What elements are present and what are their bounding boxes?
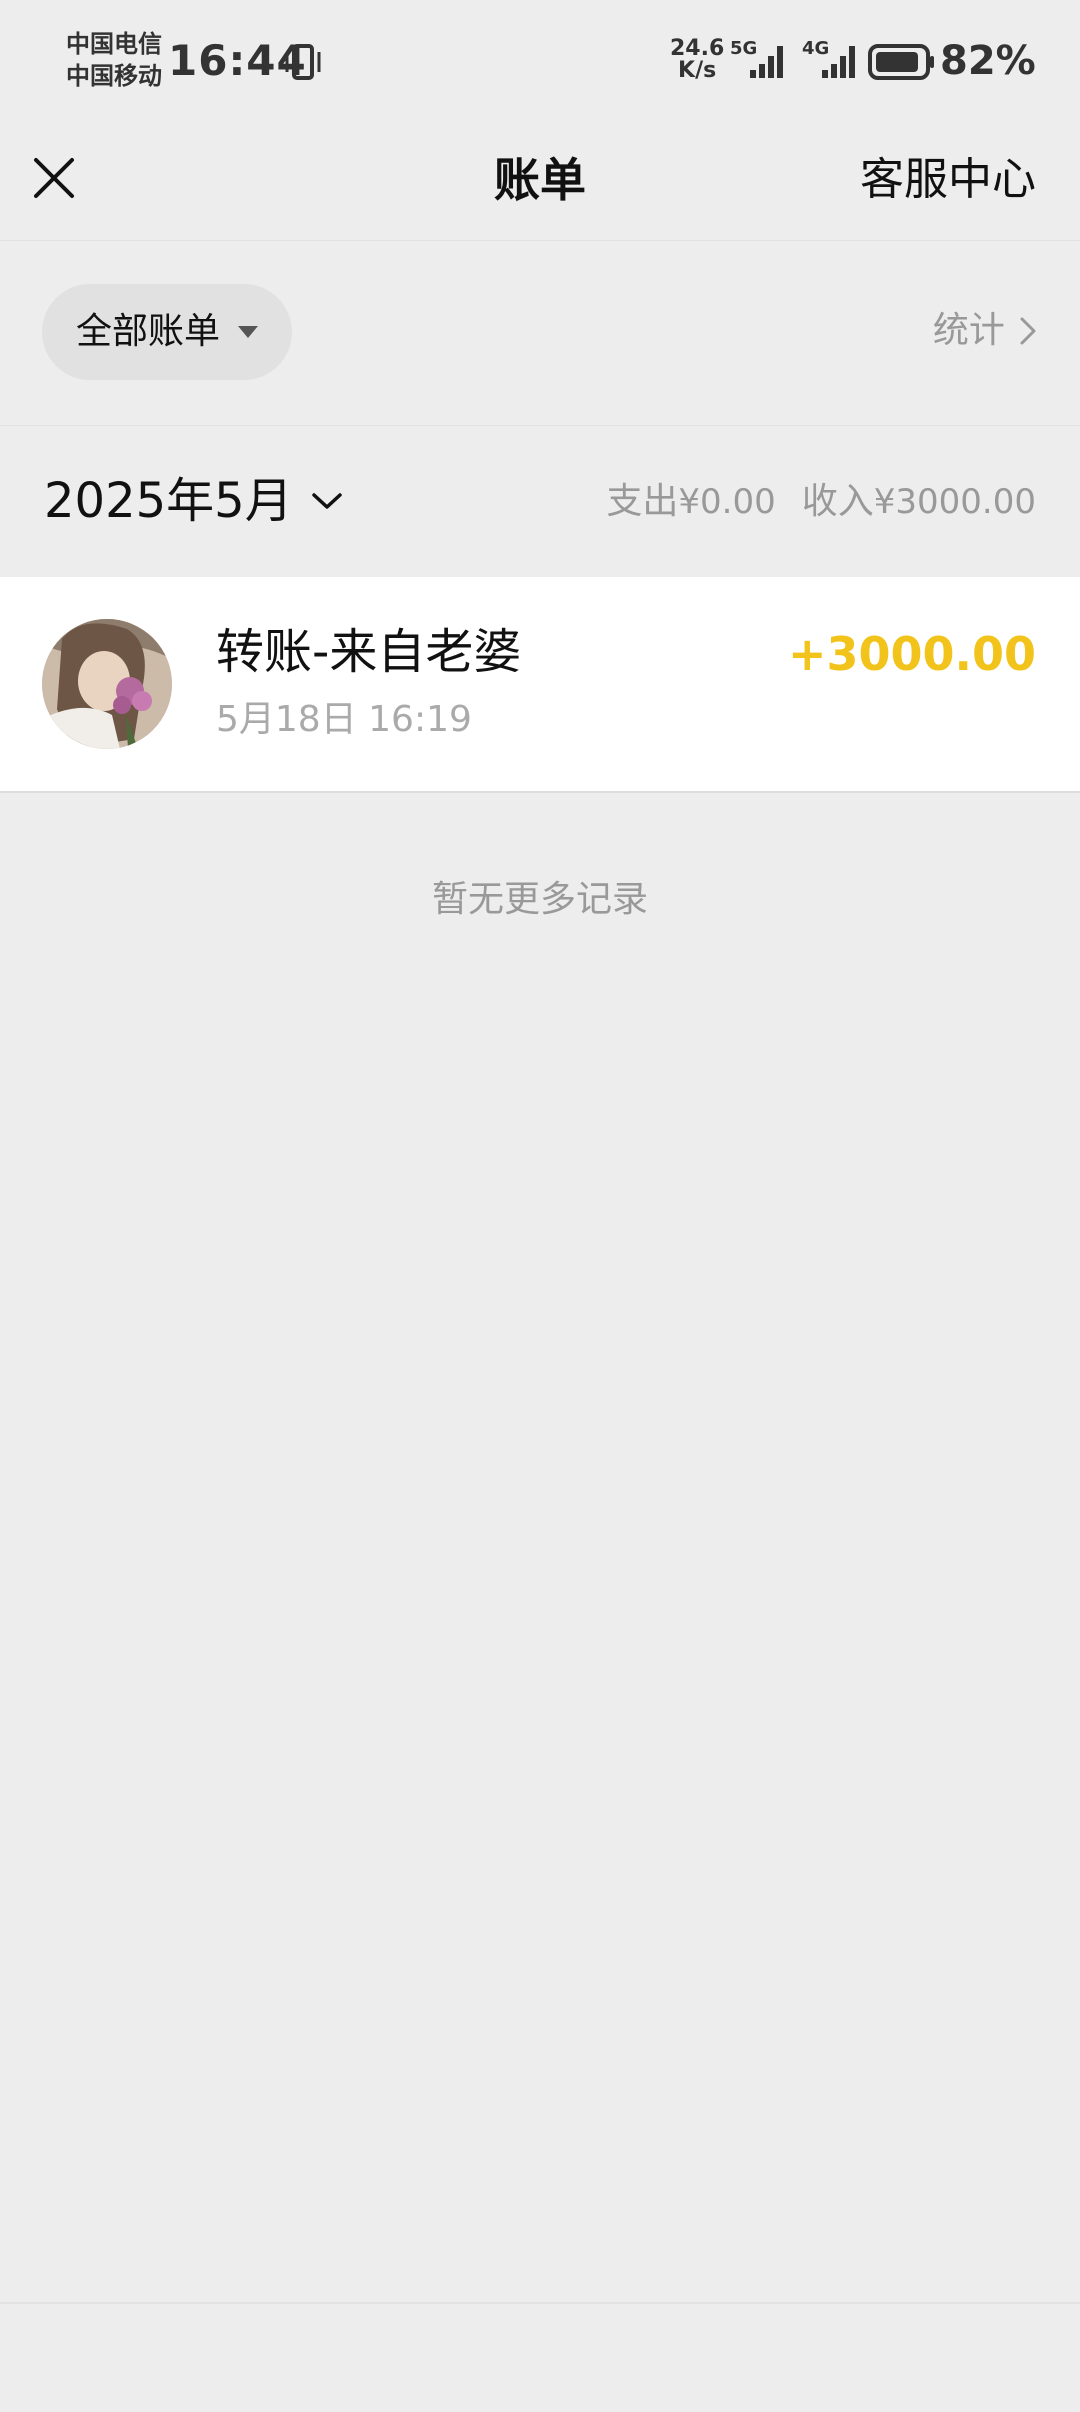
month-label: 2025年5月 — [44, 473, 293, 529]
transaction-time: 5月18日 16:19 — [216, 699, 472, 740]
status-bar: 中国电信 中国移动 16:44 24.6 K/s 5G 4G 82% — [0, 0, 1080, 120]
vibrate-icon — [285, 44, 321, 80]
nav-bar: 账单 客服中心 — [0, 120, 1080, 241]
statistics-link[interactable]: 统计 — [933, 301, 1040, 361]
signal-5g-icon: 5G — [730, 40, 792, 82]
chevron-down-icon — [312, 493, 342, 509]
battery-percentage: 82% — [940, 38, 1036, 84]
month-picker[interactable]: 2025年5月 — [44, 466, 344, 536]
close-icon[interactable] — [30, 150, 78, 206]
expense-amount: ¥0.00 — [678, 482, 776, 522]
month-summary: 支出¥0.00 收入¥3000.00 — [606, 474, 1036, 530]
caret-down-icon — [238, 326, 258, 338]
transaction-list: 转账-来自老婆 5月18日 16:19 +3000.00 — [0, 577, 1080, 793]
bottom-divider — [0, 2302, 1080, 2304]
transaction-title: 转账-来自老婆 — [216, 624, 522, 680]
carrier-2: 中国移动 — [66, 62, 162, 90]
filter-row: 全部账单 统计 — [0, 241, 1080, 426]
income-label: 收入 — [801, 481, 874, 522]
carrier-names: 中国电信 中国移动 — [66, 28, 162, 92]
no-more-records-note: 暂无更多记录 — [431, 879, 648, 920]
avatar — [42, 619, 172, 749]
network-speed-value: 24.6 — [670, 36, 725, 61]
carrier-1: 中国电信 — [66, 30, 162, 58]
statistics-label: 统计 — [932, 310, 1005, 351]
income-amount: ¥3000.00 — [873, 482, 1036, 522]
chevron-right-icon — [1020, 317, 1036, 345]
bill-filter-dropdown[interactable]: 全部账单 — [42, 284, 292, 380]
network-speed: 24.6 K/s — [670, 38, 724, 82]
signal-4g-icon: 4G — [802, 40, 864, 82]
expense-label: 支出 — [606, 481, 679, 522]
network-speed-unit: K/s — [678, 58, 717, 83]
transaction-amount: +3000.00 — [787, 627, 1036, 681]
bill-filter-label: 全部账单 — [76, 311, 221, 352]
customer-service-link[interactable]: 客服中心 — [860, 120, 1036, 240]
month-header: 2025年5月 支出¥0.00 收入¥3000.00 — [0, 426, 1080, 577]
transaction-item[interactable]: 转账-来自老婆 5月18日 16:19 +3000.00 — [0, 577, 1080, 791]
battery-icon — [868, 44, 934, 80]
